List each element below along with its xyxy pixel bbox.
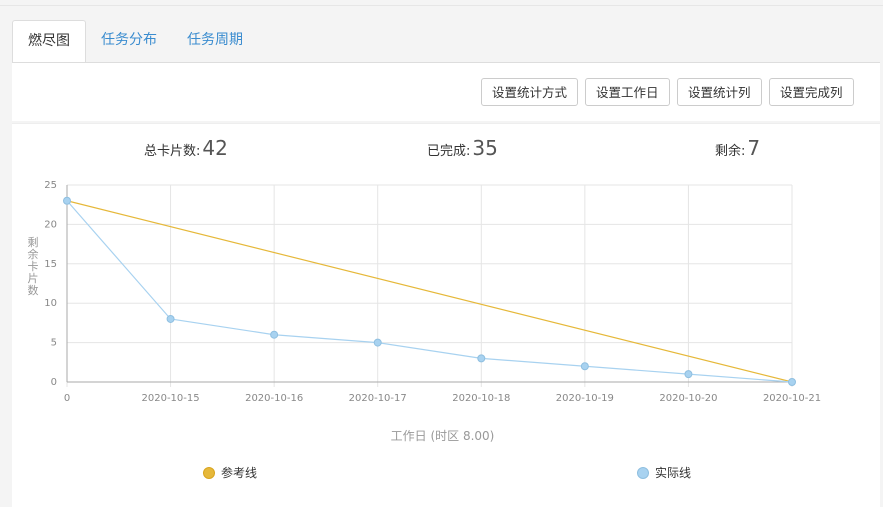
y-tick-label: 5	[51, 338, 57, 349]
y-tick-label: 25	[44, 180, 57, 191]
x-tick-label: 2020-10-18	[452, 393, 510, 404]
series-actual-point	[684, 370, 693, 379]
legend-actual-marker	[637, 466, 649, 479]
y-axis-title-char: 数	[28, 284, 39, 297]
legend-reference-label: 参考线	[221, 466, 258, 480]
x-tick-label: 2020-10-16	[245, 393, 303, 404]
burndown-chart: 0 5 10 15 20 25 0 2020-10-15 2020-10-16 2020-10-1…	[28, 180, 822, 443]
chart-grid	[66, 184, 793, 387]
series-actual-point	[580, 362, 589, 371]
y-tick-label: 20	[44, 219, 57, 230]
x-tick-label: 2020-10-17	[349, 393, 407, 404]
chart-axes	[66, 185, 792, 383]
series-actual-point	[477, 354, 486, 363]
y-tick-label: 10	[44, 298, 57, 309]
x-tick-label: 2020-10-20	[659, 393, 717, 404]
series-actual-point	[373, 338, 382, 347]
chart-labels: 0 5 10 15 20 25 0 2020-10-15 2020-10-16 2020-10-1…	[28, 180, 822, 443]
series-actual-point	[788, 378, 796, 386]
legend-actual[interactable]: 实际线	[637, 464, 691, 481]
x-tick-label: 2020-10-19	[556, 393, 614, 404]
series-actual-point	[270, 330, 279, 339]
y-tick-label: 15	[44, 259, 57, 270]
x-tick-label: 2020-10-21	[763, 393, 821, 404]
series-actual-point	[63, 196, 71, 205]
legend-reference[interactable]: 参考线	[203, 464, 257, 481]
legend-actual-label: 实际线	[655, 466, 692, 480]
x-tick-label: 0	[64, 393, 70, 404]
x-tick-label: 2020-10-15	[142, 393, 200, 404]
legend-reference-marker	[203, 466, 215, 479]
series-reference-line	[66, 200, 793, 383]
series-actual-point	[166, 314, 175, 323]
y-axis-title-char: 余	[28, 247, 39, 261]
y-tick-label: 0	[51, 377, 57, 388]
x-axis-title: 工作日 (时区 8.00)	[391, 429, 495, 443]
chart-series	[63, 196, 796, 386]
